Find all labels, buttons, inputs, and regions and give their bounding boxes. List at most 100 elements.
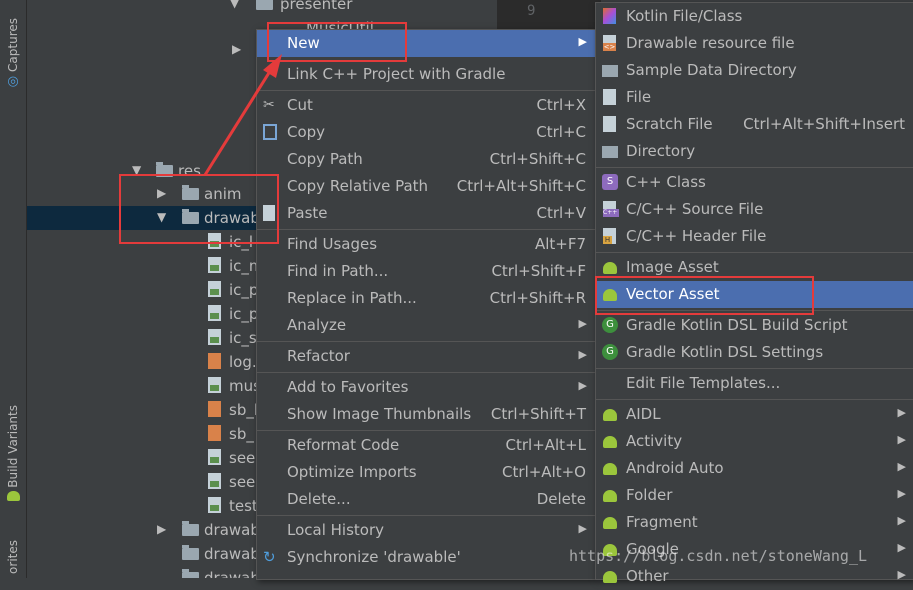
gradle-icon: G: [602, 317, 618, 333]
menu-item-shortcut: Ctrl+Shift+F: [491, 262, 586, 280]
left-tool-strip: Captures ◎ Build Variants orites: [0, 0, 27, 578]
submenu-item-fragment[interactable]: Fragment ▶: [596, 509, 913, 536]
menu-item-label: Find in Path...: [287, 262, 389, 280]
menu-item-label: Analyze: [287, 316, 347, 334]
menu-item-delete[interactable]: Delete... Delete: [257, 486, 595, 513]
menu-item-label: Image Asset: [626, 258, 719, 276]
submenu-item-aidl[interactable]: AIDL ▶: [596, 401, 913, 428]
menu-item-label: Scratch File: [626, 115, 713, 133]
build-variants-tab[interactable]: Build Variants: [0, 405, 26, 501]
submenu-item-other[interactable]: Other ▶: [596, 563, 913, 590]
xml-file-icon: [603, 35, 616, 51]
submenu-arrow-icon: ▶: [897, 541, 906, 554]
favorites-tab[interactable]: orites: [0, 540, 26, 574]
tree-row-label: log.: [229, 353, 257, 371]
image-file-icon: [208, 377, 221, 393]
menu-item-refactor[interactable]: Refactor ▶: [257, 343, 595, 370]
menu-item-label: Local History: [287, 521, 385, 539]
menu-item-reformat-code[interactable]: Reformat Code Ctrl+Alt+L: [257, 432, 595, 459]
menu-item-show-image-thumbnails[interactable]: Show Image Thumbnails Ctrl+Shift+T: [257, 401, 595, 428]
menu-item-label: C/C++ Header File: [626, 227, 767, 245]
submenu-arrow-icon: ▶: [897, 487, 906, 500]
sync-icon: ↻: [263, 548, 276, 566]
submenu-arrow-icon: ▶: [578, 317, 587, 330]
menu-item-paste[interactable]: Paste Ctrl+V: [257, 200, 595, 227]
menu-item-label: Cut: [287, 96, 313, 114]
xml-file-icon: [208, 353, 221, 369]
cpp-class-icon: S: [602, 174, 618, 190]
menu-separator: [257, 90, 595, 91]
tree-row-label: see: [229, 473, 256, 491]
expand-arrow-icon[interactable]: ▼: [230, 0, 239, 10]
menu-item-label: Optimize Imports: [287, 463, 417, 481]
favorites-label: orites: [6, 540, 20, 574]
submenu-item-directory[interactable]: Directory: [596, 138, 913, 165]
submenu-item-file[interactable]: File: [596, 84, 913, 111]
folder-icon: [602, 65, 618, 77]
submenu-item-folder[interactable]: Folder ▶: [596, 482, 913, 509]
header-file-icon: [603, 228, 616, 244]
menu-item-add-to-favorites[interactable]: Add to Favorites ▶: [257, 374, 595, 401]
gradle-icon: G: [602, 344, 618, 360]
menu-item-label: Other: [626, 567, 669, 585]
menu-item-optimize-imports[interactable]: Optimize Imports Ctrl+Alt+O: [257, 459, 595, 486]
submenu-item-activity[interactable]: Activity ▶: [596, 428, 913, 455]
menu-item-label: Kotlin File/Class: [626, 7, 743, 25]
submenu-item-android-auto[interactable]: Android Auto ▶: [596, 455, 913, 482]
menu-item-find-usages[interactable]: Find Usages Alt+F7: [257, 231, 595, 258]
android-icon: [603, 571, 617, 583]
folder-icon: [182, 545, 199, 560]
menu-item-cut[interactable]: ✂ Cut Ctrl+X: [257, 92, 595, 119]
tree-row-label: ic_s: [229, 329, 257, 347]
menu-item-replace-in-path[interactable]: Replace in Path... Ctrl+Shift+R: [257, 285, 595, 312]
menu-separator: [257, 372, 595, 373]
watermark: https://blog.csdn.net/stoneWang_L: [569, 547, 868, 565]
cpp-source-icon: [603, 201, 619, 217]
menu-item-label: Sample Data Directory: [626, 61, 797, 79]
submenu-item-drawable-resource[interactable]: Drawable resource file: [596, 30, 913, 57]
menu-item-label: C/C++ Source File: [626, 200, 764, 218]
kotlin-icon: [603, 8, 616, 24]
annotation-box-new: [267, 22, 407, 62]
editor-pane[interactable]: 9: [497, 0, 601, 30]
menu-item-label: Synchronize 'drawable': [287, 548, 461, 566]
menu-item-label: Copy Relative Path: [287, 177, 429, 195]
submenu-item-edit-templates[interactable]: Edit File Templates...: [596, 370, 913, 397]
menu-item-synchronize[interactable]: ↻ Synchronize 'drawable': [257, 544, 595, 571]
menu-separator: [596, 399, 913, 400]
line-number: 9: [527, 3, 536, 19]
menu-item-label: Show Image Thumbnails: [287, 405, 472, 423]
image-file-icon: [208, 257, 221, 273]
menu-item-copy[interactable]: Copy Ctrl+C: [257, 119, 595, 146]
menu-item-find-in-path[interactable]: Find in Path... Ctrl+Shift+F: [257, 258, 595, 285]
menu-item-label: File: [626, 88, 652, 106]
menu-item-shortcut: Ctrl+C: [536, 123, 586, 141]
menu-item-copy-path[interactable]: Copy Path Ctrl+Shift+C: [257, 146, 595, 173]
menu-item-local-history[interactable]: Local History ▶: [257, 517, 595, 544]
menu-item-label: Directory: [626, 142, 696, 160]
expand-arrow-icon[interactable]: ▶: [232, 42, 241, 56]
submenu-item-c-header[interactable]: C/C++ Header File: [596, 223, 913, 250]
submenu-item-c-source[interactable]: C/C++ Source File: [596, 196, 913, 223]
menu-item-analyze[interactable]: Analyze ▶: [257, 312, 595, 339]
submenu-item-sample-data[interactable]: Sample Data Directory: [596, 57, 913, 84]
submenu-item-scratch-file[interactable]: Scratch File Ctrl+Alt+Shift+Insert: [596, 111, 913, 138]
submenu-arrow-icon: ▶: [897, 514, 906, 527]
annotation-box-drawable: [119, 174, 279, 244]
expand-arrow-icon[interactable]: ▶: [157, 522, 166, 536]
menu-item-label: Gradle Kotlin DSL Settings: [626, 343, 824, 361]
android-icon: [603, 517, 617, 529]
submenu-item-cpp-class[interactable]: S C++ Class: [596, 169, 913, 196]
tree-row[interactable]: ▼ presenter: [27, 0, 497, 16]
tree-row-label: drawab: [204, 569, 260, 578]
menu-item-label: Fragment: [626, 513, 698, 531]
android-icon: [603, 409, 617, 421]
submenu-item-kotlin-file[interactable]: Kotlin File/Class: [596, 3, 913, 30]
submenu-item-gradle-settings[interactable]: G Gradle Kotlin DSL Settings: [596, 339, 913, 366]
submenu-arrow-icon: ▶: [897, 433, 906, 446]
menu-item-link-cpp[interactable]: Link C++ Project with Gradle: [257, 61, 595, 88]
scratch-file-icon: [603, 116, 616, 132]
menu-item-copy-relative-path[interactable]: Copy Relative Path Ctrl+Alt+Shift+C: [257, 173, 595, 200]
submenu-item-gradle-build-script[interactable]: G Gradle Kotlin DSL Build Script: [596, 312, 913, 339]
captures-tab[interactable]: Captures ◎: [0, 18, 26, 89]
